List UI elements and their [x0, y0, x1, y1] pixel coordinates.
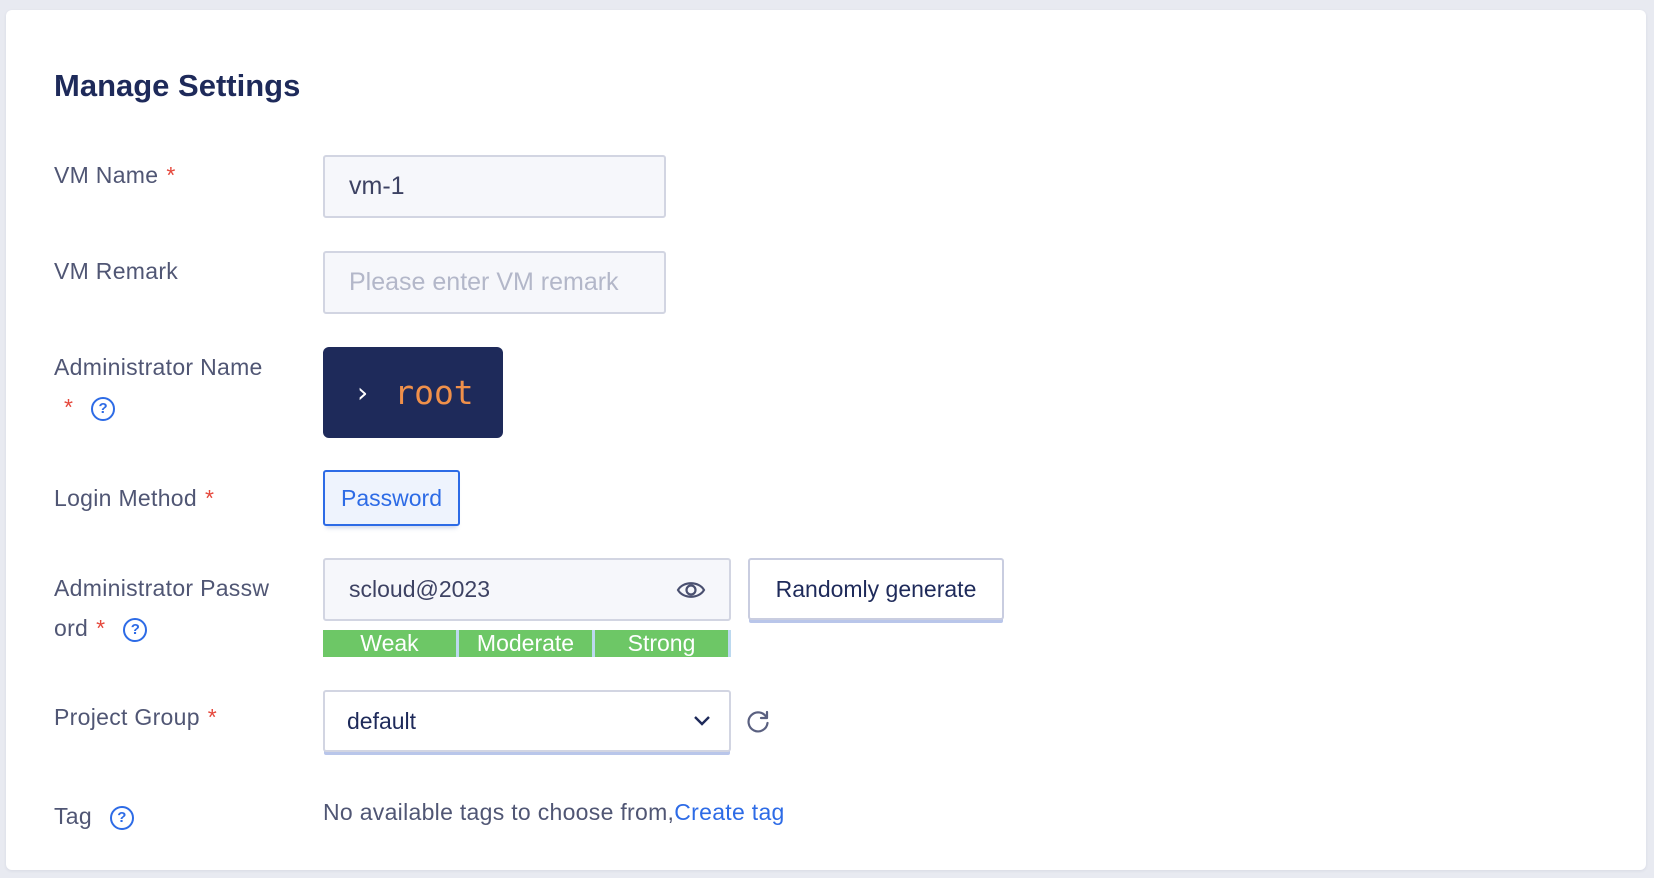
admin-password-label: Administrator Passw ord *?: [54, 568, 269, 648]
admin-password-input[interactable]: [323, 558, 731, 621]
login-method-label-text: Login Method: [54, 485, 197, 511]
required-mark: *: [207, 704, 218, 730]
help-icon[interactable]: ?: [91, 396, 116, 421]
help-icon[interactable]: ?: [109, 805, 134, 830]
project-group-label-text: Project Group: [54, 704, 200, 730]
vm-remark-label-text: VM Remark: [54, 258, 179, 284]
required-mark: *: [64, 394, 74, 420]
admin-name-display: › root: [323, 347, 503, 438]
eye-icon[interactable]: [676, 578, 706, 602]
required-mark: *: [166, 162, 176, 188]
admin-password-label-line2: ord: [54, 615, 89, 641]
help-icon[interactable]: ?: [123, 617, 148, 642]
randomly-generate-button[interactable]: Randomly generate: [748, 558, 1004, 620]
project-group-value: default: [347, 708, 417, 734]
login-method-password-option[interactable]: Password: [323, 470, 460, 526]
tag-label: Tag?: [54, 796, 134, 836]
create-tag-link[interactable]: Create tag: [674, 799, 784, 825]
tag-message: No available tags to choose from,Create …: [323, 792, 785, 832]
strength-moderate: Moderate: [459, 630, 595, 657]
tag-message-text: No available tags to choose from,: [323, 799, 675, 825]
project-group-label: Project Group *: [54, 697, 217, 737]
admin-name-label-text: Administrator Name: [54, 354, 263, 380]
vm-remark-label: VM Remark: [54, 251, 178, 291]
vm-name-label-text: VM Name: [54, 162, 159, 188]
page-title: Manage Settings: [54, 68, 301, 103]
strength-strong: Strong: [595, 630, 731, 657]
admin-name-label: Administrator Name *?: [54, 347, 263, 427]
tag-label-text: Tag: [54, 803, 92, 829]
chevron-right-icon: ›: [357, 376, 369, 409]
vm-name-label: VM Name *: [54, 155, 176, 195]
vm-remark-input[interactable]: [323, 251, 666, 314]
refresh-icon[interactable]: [745, 709, 771, 735]
required-mark: *: [96, 615, 106, 641]
vm-name-input[interactable]: [323, 155, 666, 218]
manage-settings-card: Manage Settings VM Name * VM Remark Admin…: [6, 10, 1646, 870]
admin-password-label-line1: Administrator Passw: [54, 575, 270, 601]
project-group-select[interactable]: default: [323, 690, 731, 752]
admin-name-value: root: [394, 373, 474, 412]
strength-weak: Weak: [323, 630, 459, 657]
login-method-label: Login Method *: [54, 478, 214, 518]
required-mark: *: [204, 485, 215, 511]
chevron-down-icon: [694, 716, 710, 726]
